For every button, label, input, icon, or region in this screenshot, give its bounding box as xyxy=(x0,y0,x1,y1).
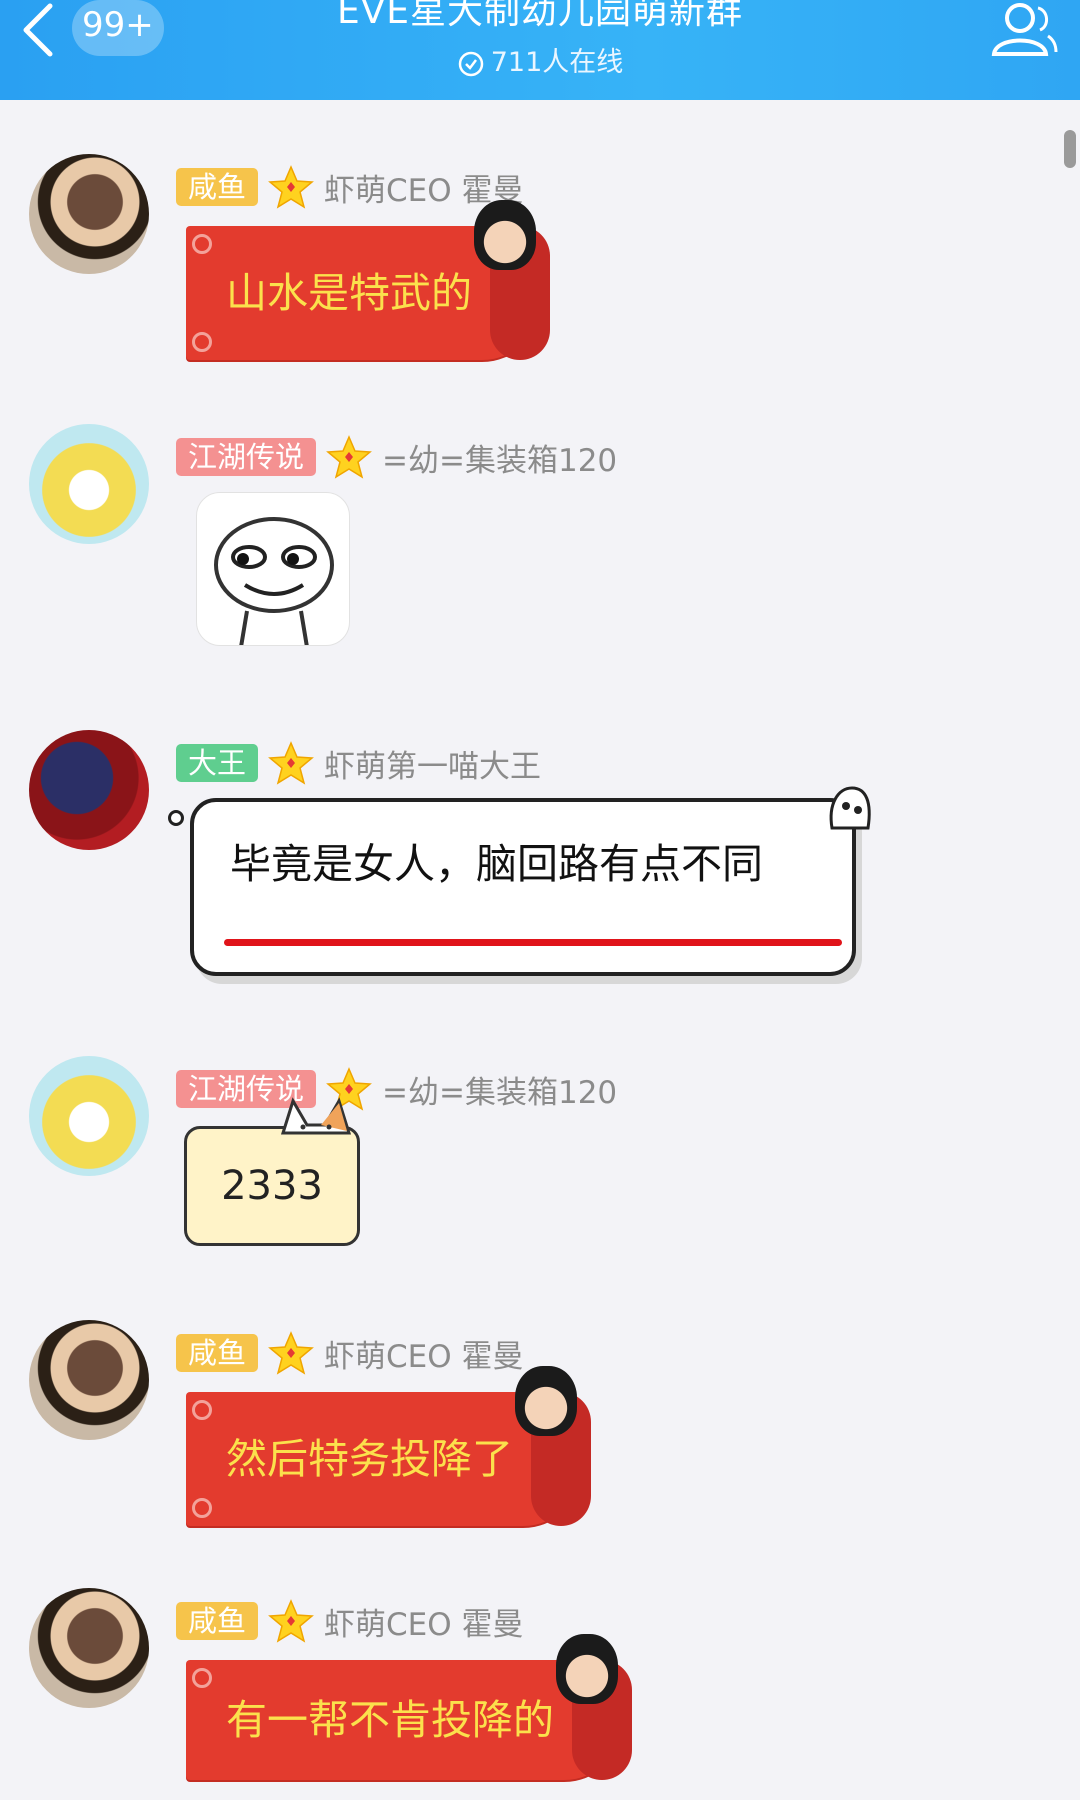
bubble-ornament xyxy=(192,234,212,254)
bubble-sticker-icon xyxy=(474,200,536,270)
star-icon xyxy=(326,435,372,479)
avatar[interactable] xyxy=(29,424,149,544)
sender-meta: 江湖传说 =幼=集装箱120 xyxy=(176,435,617,480)
scrollbar[interactable] xyxy=(1064,130,1076,168)
avatar[interactable] xyxy=(29,1056,149,1176)
online-count-text: 711人在线 xyxy=(490,47,624,78)
bubble-sticker-icon xyxy=(556,1634,618,1704)
message-bubble[interactable]: 然后特务投降了 xyxy=(186,1366,591,1526)
message-text: 然后特务投降了 xyxy=(226,1435,513,1483)
smirk-face-icon xyxy=(214,517,334,645)
sender-nickname[interactable]: 虾萌CEO 霍曼 xyxy=(324,1599,524,1644)
sender-nickname[interactable]: 虾萌CEO 霍曼 xyxy=(324,1331,524,1376)
avatar[interactable] xyxy=(29,1320,149,1440)
message-bubble[interactable]: 山水是特武的 xyxy=(186,200,550,360)
sender-meta: 咸鱼 虾萌CEO 霍曼 xyxy=(176,165,524,209)
bubble-tail-dot xyxy=(168,810,184,826)
emoji-image[interactable] xyxy=(196,492,350,646)
star-icon xyxy=(268,741,314,785)
group-members-icon[interactable] xyxy=(982,0,1058,60)
role-badge: 咸鱼 xyxy=(176,168,259,206)
bubble-ornament xyxy=(192,1498,212,1518)
avatar[interactable] xyxy=(29,154,149,274)
role-badge: 咸鱼 xyxy=(176,1602,259,1640)
group-title[interactable]: EVE星大制幼儿园萌新群 xyxy=(0,0,1080,34)
sender-meta: 咸鱼 虾萌CEO 霍曼 xyxy=(176,1331,524,1376)
message-text: 2333 xyxy=(221,1163,323,1209)
sender-nickname[interactable]: 虾萌第一喵大王 xyxy=(324,741,541,786)
bubble-sticker-icon xyxy=(515,1366,577,1436)
sender-meta: 咸鱼 虾萌CEO 霍曼 xyxy=(176,1599,524,1644)
chat-header: 99+ EVE星大制幼儿园萌新群 711人在线 xyxy=(0,0,1080,100)
message-bubble[interactable]: 有一帮不肯投降的 xyxy=(186,1634,632,1780)
online-status: 711人在线 xyxy=(0,40,1080,79)
message-bubble[interactable]: 毕竟是女人，脑回路有点不同 xyxy=(168,786,871,976)
star-icon xyxy=(268,1331,314,1375)
message-text: 山水是特武的 xyxy=(226,269,472,317)
message-text: 毕竟是女人，脑回路有点不同 xyxy=(230,840,763,888)
star-icon xyxy=(268,165,314,209)
cat-ears-icon xyxy=(280,1097,352,1135)
sender-nickname[interactable]: =幼=集装箱120 xyxy=(382,1067,617,1112)
sender-meta: 江湖传说 =幼=集装箱120 xyxy=(176,1067,617,1112)
bubble-ornament xyxy=(192,1668,212,1688)
role-badge: 江湖传说 xyxy=(176,438,317,476)
bubble-ornament xyxy=(192,1400,212,1420)
bubble-ornament xyxy=(192,332,212,352)
avatar[interactable] xyxy=(29,1588,149,1708)
message-bubble[interactable]: 2333 xyxy=(184,1097,360,1246)
highlight-underline xyxy=(224,939,842,946)
check-circle-icon xyxy=(458,51,483,76)
role-badge: 大王 xyxy=(176,744,259,782)
avatar[interactable] xyxy=(29,730,149,850)
sender-nickname[interactable]: =幼=集装箱120 xyxy=(382,435,617,480)
sender-meta: 大王 虾萌第一喵大王 xyxy=(176,741,541,786)
ghost-icon xyxy=(829,786,871,830)
message-text: 有一帮不肯投降的 xyxy=(226,1696,554,1744)
star-icon xyxy=(268,1599,314,1643)
role-badge: 咸鱼 xyxy=(176,1334,259,1372)
